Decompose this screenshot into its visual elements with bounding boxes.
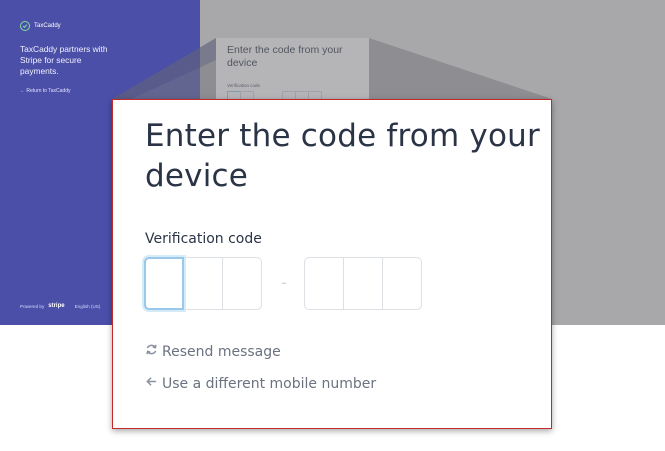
different-number-label: Use a different mobile number: [162, 375, 377, 392]
page-title: Enter the code from your device: [145, 118, 540, 194]
code-digit-input[interactable]: [382, 257, 422, 310]
code-digit-input[interactable]: [222, 257, 262, 310]
powered-by-text: Powered by: [20, 304, 45, 309]
stripe-logo[interactable]: stripe: [48, 303, 64, 309]
code-digit-input[interactable]: [144, 257, 184, 310]
resend-message-link[interactable]: Resend message: [145, 343, 281, 360]
arrow-left-icon: [145, 375, 158, 392]
brand-name: TaxCaddy: [34, 23, 61, 29]
preview-label: Verification code: [227, 83, 261, 88]
different-number-link[interactable]: Use a different mobile number: [145, 375, 376, 392]
preview-card: Enter the code from your device Verifica…: [216, 38, 369, 108]
return-link[interactable]: ← Return to TaxCaddy: [20, 88, 71, 94]
sidebar-footer: Powered by stripe English (US): [20, 303, 101, 309]
code-digit-input[interactable]: [343, 257, 383, 310]
refresh-icon: [145, 343, 158, 360]
preview-title: Enter the code from your device: [227, 44, 343, 69]
code-separator: -: [281, 273, 287, 292]
screenshot-stage: TaxCaddy TaxCaddy partners with Stripe f…: [0, 0, 665, 451]
locale-selector[interactable]: English (US): [75, 304, 101, 309]
code-digit-input[interactable]: [304, 257, 344, 310]
code-group-first: [144, 257, 262, 310]
partner-text: TaxCaddy partners with Stripe for secure…: [20, 44, 108, 76]
resend-message-label: Resend message: [162, 343, 281, 360]
checkmark-circle-icon: [20, 21, 30, 31]
verification-card: Enter the code from your device Verifica…: [112, 99, 552, 429]
code-group-second: [304, 257, 422, 310]
brand: TaxCaddy: [20, 21, 61, 31]
code-digit-input[interactable]: [183, 257, 223, 310]
verification-code-label: Verification code: [145, 231, 262, 247]
